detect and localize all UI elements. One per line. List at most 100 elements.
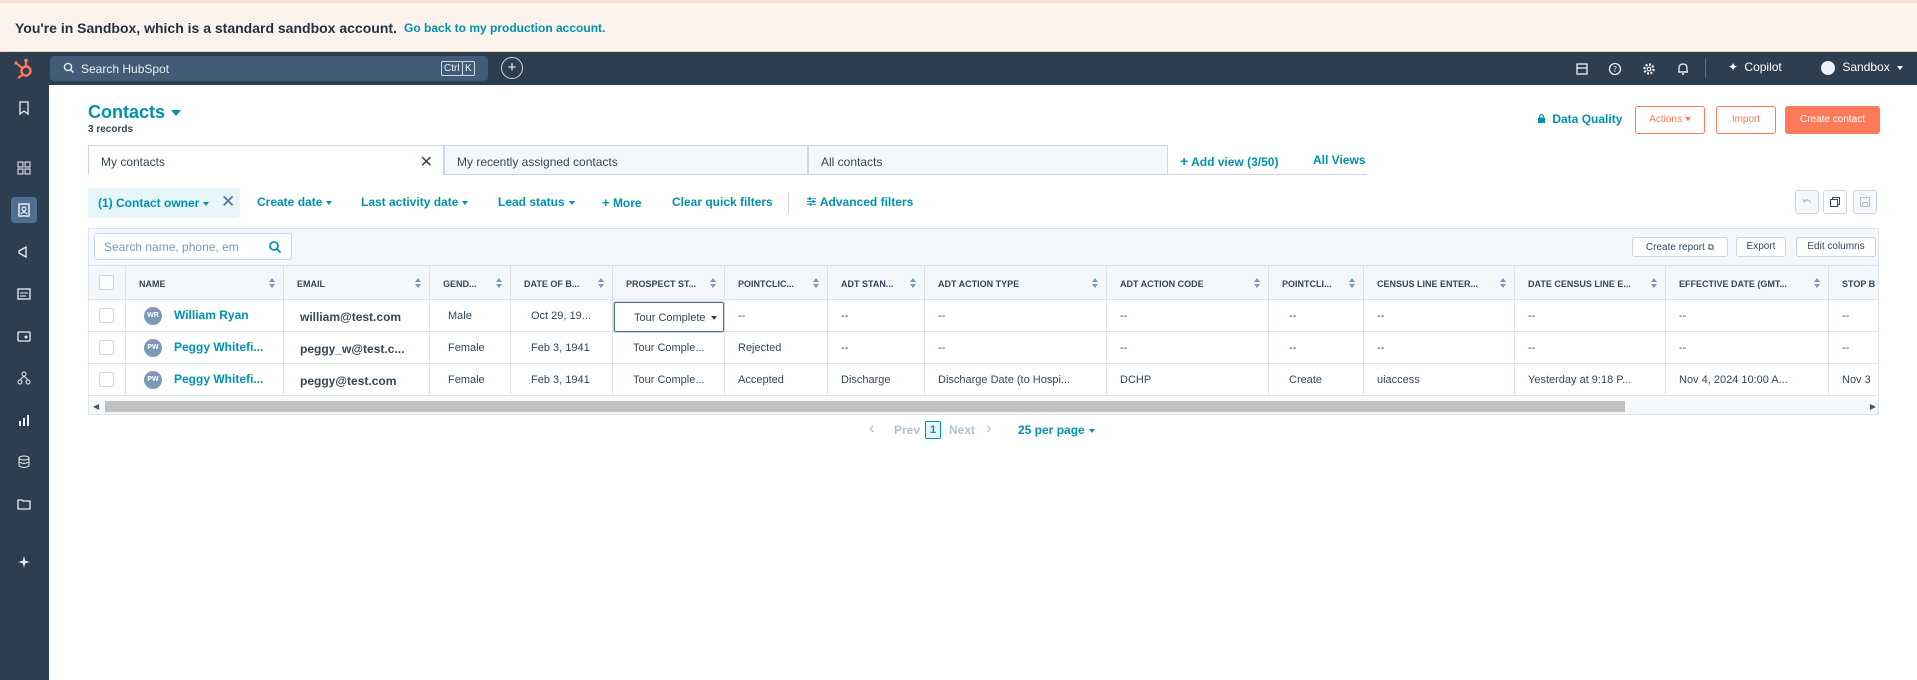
row-checkbox[interactable] bbox=[99, 340, 114, 355]
pointclick-cell: -- bbox=[725, 300, 828, 332]
create-report-button[interactable]: Create report ⧉ bbox=[1632, 237, 1728, 257]
next-page-button[interactable]: Next bbox=[949, 423, 975, 437]
per-page-dropdown[interactable]: 25 per page bbox=[1018, 423, 1095, 437]
column-header-stop[interactable]: STOP B bbox=[1829, 266, 1878, 300]
table-search-input[interactable] bbox=[96, 235, 256, 258]
scrollbar-thumb[interactable] bbox=[105, 401, 1625, 412]
select-all-checkbox[interactable] bbox=[99, 275, 114, 290]
column-header-adt-action-type[interactable]: ADT ACTION TYPE bbox=[925, 266, 1107, 300]
undo-button[interactable] bbox=[1795, 190, 1819, 214]
sort-icon bbox=[269, 278, 275, 288]
quick-create-button[interactable]: + bbox=[501, 57, 523, 79]
more-filters-button[interactable]: + More bbox=[602, 195, 642, 210]
census-line-cell: -- bbox=[1364, 332, 1515, 364]
actions-button[interactable]: Actions bbox=[1635, 106, 1705, 134]
global-search[interactable]: Search HubSpot Ctrl K bbox=[50, 56, 488, 81]
marketplace-icon[interactable] bbox=[1574, 61, 1590, 77]
copilot-button[interactable]: ✦ Copilot bbox=[1728, 60, 1782, 74]
column-header-adt-standard[interactable]: ADT STAN... bbox=[828, 266, 925, 300]
column-header-email[interactable]: EMAIL bbox=[284, 266, 430, 300]
table-search[interactable] bbox=[94, 233, 292, 260]
contact-name-link[interactable]: Peggy Whitefi... bbox=[174, 372, 263, 386]
create-contact-button[interactable]: Create contact bbox=[1785, 106, 1880, 134]
last-activity-date-filter[interactable]: Last activity date bbox=[361, 195, 469, 209]
pointclick-cell: Rejected bbox=[725, 332, 828, 364]
column-header-date-of-birth[interactable]: DATE OF B... bbox=[511, 266, 613, 300]
lead-status-filter-label: Lead status bbox=[498, 195, 565, 209]
copy-icon bbox=[1830, 197, 1840, 207]
current-page-button[interactable]: 1 bbox=[925, 421, 941, 439]
scroll-right-icon[interactable]: ▶ bbox=[1870, 402, 1876, 411]
column-header-pointcli[interactable]: POINTCLI... bbox=[1269, 266, 1364, 300]
data-quality-link[interactable]: Data Quality bbox=[1537, 112, 1622, 126]
create-date-filter[interactable]: Create date bbox=[257, 195, 333, 209]
add-view-button[interactable]: + Add view (3/50) bbox=[1180, 153, 1278, 169]
marketing-icon[interactable] bbox=[11, 239, 37, 265]
external-link-icon: ⧉ bbox=[1707, 242, 1715, 252]
prospect-status-dropdown[interactable]: Tour Complete bbox=[614, 302, 724, 332]
name-cell: WR William Ryan bbox=[126, 300, 284, 332]
notifications-icon[interactable] bbox=[1675, 61, 1691, 77]
email-cell[interactable]: peggy@test.com bbox=[284, 364, 430, 396]
stop-cell: -- bbox=[1842, 342, 1850, 354]
topbar-divider bbox=[1705, 58, 1706, 78]
tab-my-recently-assigned-contacts[interactable]: My recently assigned contacts bbox=[444, 145, 808, 175]
clear-filter-icon[interactable]: ✕ bbox=[221, 192, 235, 212]
workspaces-icon[interactable] bbox=[11, 155, 37, 181]
chevron-right-icon[interactable]: › bbox=[986, 418, 992, 438]
row-checkbox[interactable] bbox=[99, 372, 114, 387]
prev-page-button[interactable]: Prev bbox=[894, 423, 920, 437]
commerce-icon[interactable] bbox=[11, 323, 37, 349]
clone-view-button[interactable] bbox=[1823, 190, 1847, 214]
hubspot-logo-icon[interactable] bbox=[13, 58, 35, 80]
horizontal-scrollbar[interactable]: ◀ ▶ bbox=[89, 399, 1878, 414]
column-header-adt-action-code[interactable]: ADT ACTION CODE bbox=[1107, 266, 1269, 300]
column-header-gender[interactable]: GEND... bbox=[430, 266, 511, 300]
search-icon[interactable] bbox=[268, 240, 282, 254]
edit-columns-button[interactable]: Edit columns bbox=[1796, 237, 1876, 257]
bookmarks-icon[interactable] bbox=[11, 95, 37, 121]
close-icon[interactable]: ✕ bbox=[420, 152, 433, 172]
scroll-left-icon[interactable]: ◀ bbox=[93, 402, 99, 411]
adt-action-code-cell: -- bbox=[1107, 332, 1269, 364]
table-row[interactable]: WR William Ryan william@test.com Male Oc… bbox=[89, 300, 1878, 332]
email-cell[interactable]: william@test.com bbox=[284, 300, 430, 332]
contacts-icon[interactable] bbox=[11, 197, 37, 223]
avatar: PW bbox=[144, 371, 162, 389]
lead-status-filter[interactable]: Lead status bbox=[498, 195, 575, 209]
all-views-link[interactable]: All Views bbox=[1313, 153, 1365, 167]
page-title[interactable]: Contacts bbox=[88, 102, 182, 123]
column-header-census-line-entered[interactable]: CENSUS LINE ENTER... bbox=[1364, 266, 1515, 300]
content-icon[interactable] bbox=[11, 281, 37, 307]
column-header-prospect-status[interactable]: PROSPECT ST... bbox=[613, 266, 725, 300]
column-header-effective-date[interactable]: EFFECTIVE DATE (GMT... bbox=[1666, 266, 1829, 300]
reporting-icon[interactable] bbox=[11, 407, 37, 433]
column-header-pointclick[interactable]: POINTCLIC... bbox=[725, 266, 828, 300]
column-header-label: EFFECTIVE DATE (GMT... bbox=[1679, 279, 1787, 289]
help-icon[interactable]: ? bbox=[1607, 61, 1623, 77]
email-cell[interactable]: peggy_w@test.c... bbox=[284, 332, 430, 364]
settings-icon[interactable] bbox=[1641, 61, 1657, 77]
row-checkbox[interactable] bbox=[99, 308, 114, 323]
table-row[interactable]: PW Peggy Whitefi... peggy_w@test.c... Fe… bbox=[89, 332, 1878, 364]
contact-name-link[interactable]: Peggy Whitefi... bbox=[174, 340, 263, 354]
production-account-link[interactable]: Go back to my production account. bbox=[404, 21, 605, 35]
data-management-icon[interactable] bbox=[11, 449, 37, 475]
tab-all-contacts[interactable]: All contacts bbox=[808, 145, 1168, 175]
advanced-filters-button[interactable]: Advanced filters bbox=[806, 195, 913, 209]
account-menu[interactable]: Sandbox bbox=[1821, 60, 1904, 75]
tab-my-contacts[interactable]: My contacts ✕ bbox=[88, 145, 444, 175]
column-header-name[interactable]: NAME bbox=[126, 266, 284, 300]
contact-owner-filter[interactable]: (1) Contact owner ✕ bbox=[88, 188, 240, 218]
library-icon[interactable] bbox=[11, 491, 37, 517]
table-row[interactable]: PW Peggy Whitefi... peggy@test.com Femal… bbox=[89, 364, 1878, 396]
column-header-date-census-line[interactable]: DATE CENSUS LINE E... bbox=[1515, 266, 1666, 300]
breeze-icon[interactable] bbox=[11, 549, 37, 575]
export-button[interactable]: Export bbox=[1736, 237, 1786, 257]
chevron-left-icon[interactable]: ‹ bbox=[869, 418, 875, 438]
contact-name-link[interactable]: William Ryan bbox=[174, 308, 249, 322]
clear-quick-filters-button[interactable]: Clear quick filters bbox=[672, 195, 773, 209]
save-view-button[interactable] bbox=[1853, 190, 1877, 214]
automations-icon[interactable] bbox=[11, 365, 37, 391]
import-button[interactable]: Import bbox=[1716, 106, 1776, 134]
